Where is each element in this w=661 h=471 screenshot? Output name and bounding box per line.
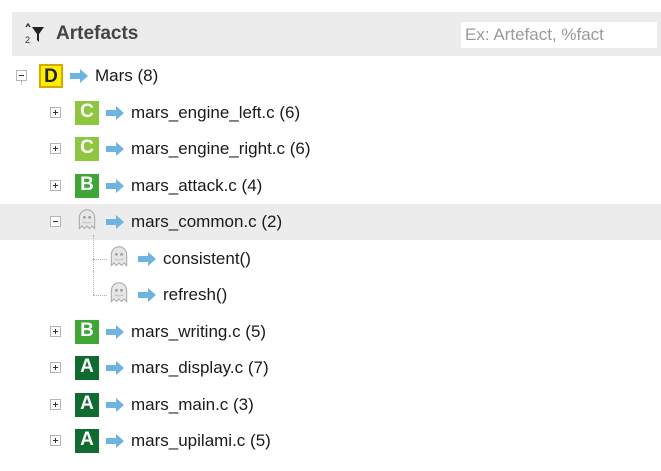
tree-row-child-3-0[interactable]: consistent() bbox=[0, 241, 661, 277]
grade-badge: A bbox=[75, 429, 99, 453]
tree-connector bbox=[21, 81, 22, 85]
arrow-right-icon bbox=[138, 288, 156, 302]
tree-row-child-0[interactable]: Cmars_engine_left.c (6) bbox=[0, 95, 661, 131]
arrow-right-icon bbox=[106, 178, 124, 193]
tree-item-label: Mars (8) bbox=[95, 66, 159, 85]
arrow-right-icon bbox=[106, 397, 124, 412]
arrow-right-icon bbox=[106, 324, 124, 339]
artefacts-panel: 2 Artefacts D Mars (8) Cmars_engine_left.c… bbox=[0, 0, 661, 471]
tree-item-label: mars_attack.c (4) bbox=[131, 175, 263, 195]
arrow-right-icon bbox=[106, 142, 124, 156]
arrow-right-icon bbox=[106, 105, 124, 120]
tree-item-label: mars_common.c (2) bbox=[131, 212, 283, 231]
sort-filter-icon[interactable]: 2 bbox=[22, 22, 46, 46]
expand-toggle[interactable] bbox=[50, 398, 61, 410]
arrow-right-icon bbox=[106, 215, 124, 229]
grade-badge: B bbox=[75, 173, 99, 198]
grade-badge: B bbox=[75, 319, 99, 344]
expand-toggle[interactable] bbox=[50, 362, 61, 373]
ghost-icon bbox=[78, 209, 96, 230]
arrow-right-icon bbox=[106, 361, 124, 375]
tree-item-label: refresh() bbox=[163, 285, 228, 304]
tree-item-label: mars_upilami.c (5) bbox=[131, 431, 271, 450]
header-title: Artefacts bbox=[56, 23, 139, 44]
tree-item-label: mars_main.c (3) bbox=[131, 394, 254, 414]
expand-toggle[interactable] bbox=[50, 179, 61, 191]
tree-row-child-5[interactable]: Amars_display.c (7) bbox=[0, 350, 661, 386]
tree-row-child-7[interactable]: Amars_upilami.c (5) bbox=[0, 423, 661, 459]
grade-badge: C bbox=[75, 100, 99, 125]
tree-item-label: mars_engine_left.c (6) bbox=[131, 102, 301, 122]
tree-item-label: consistent() bbox=[163, 248, 251, 268]
grade-badge: D bbox=[39, 64, 63, 88]
ghost-icon bbox=[110, 282, 128, 303]
tree-item-label: mars_engine_right.c (6) bbox=[131, 139, 311, 158]
expand-toggle[interactable] bbox=[50, 106, 61, 118]
arrow-right-icon bbox=[106, 434, 124, 448]
tree-row-child-2[interactable]: Bmars_attack.c (4) bbox=[0, 168, 661, 204]
artefact-filter-input[interactable] bbox=[461, 22, 657, 48]
grade-badge: A bbox=[75, 392, 99, 417]
ghost-icon bbox=[110, 245, 128, 267]
collapse-toggle[interactable] bbox=[50, 216, 61, 227]
expand-toggle[interactable] bbox=[50, 325, 61, 337]
tree-item-label: mars_writing.c (5) bbox=[131, 321, 267, 341]
tree-row-child-3-1[interactable]: refresh() bbox=[0, 277, 661, 313]
tree-row-child-4[interactable]: Bmars_writing.c (5) bbox=[0, 314, 661, 350]
tree-row-child-6[interactable]: Amars_main.c (3) bbox=[0, 387, 661, 423]
artefacts-header: 2 Artefacts bbox=[12, 12, 661, 56]
expand-toggle[interactable] bbox=[50, 143, 61, 154]
svg-text:2: 2 bbox=[25, 35, 30, 45]
expand-toggle[interactable] bbox=[50, 435, 61, 446]
tree-row-child-1[interactable]: Cmars_engine_right.c (6) bbox=[0, 131, 661, 167]
tree-row-root[interactable]: D Mars (8) bbox=[0, 58, 661, 94]
arrow-right-icon bbox=[138, 251, 156, 266]
collapse-toggle[interactable] bbox=[16, 70, 27, 81]
grade-badge: A bbox=[75, 356, 99, 380]
grade-badge: C bbox=[75, 137, 99, 161]
tree-row-child-3[interactable]: mars_common.c (2) bbox=[0, 204, 661, 240]
tree-item-label: mars_display.c (7) bbox=[131, 358, 269, 377]
arrow-right-icon bbox=[70, 69, 88, 83]
